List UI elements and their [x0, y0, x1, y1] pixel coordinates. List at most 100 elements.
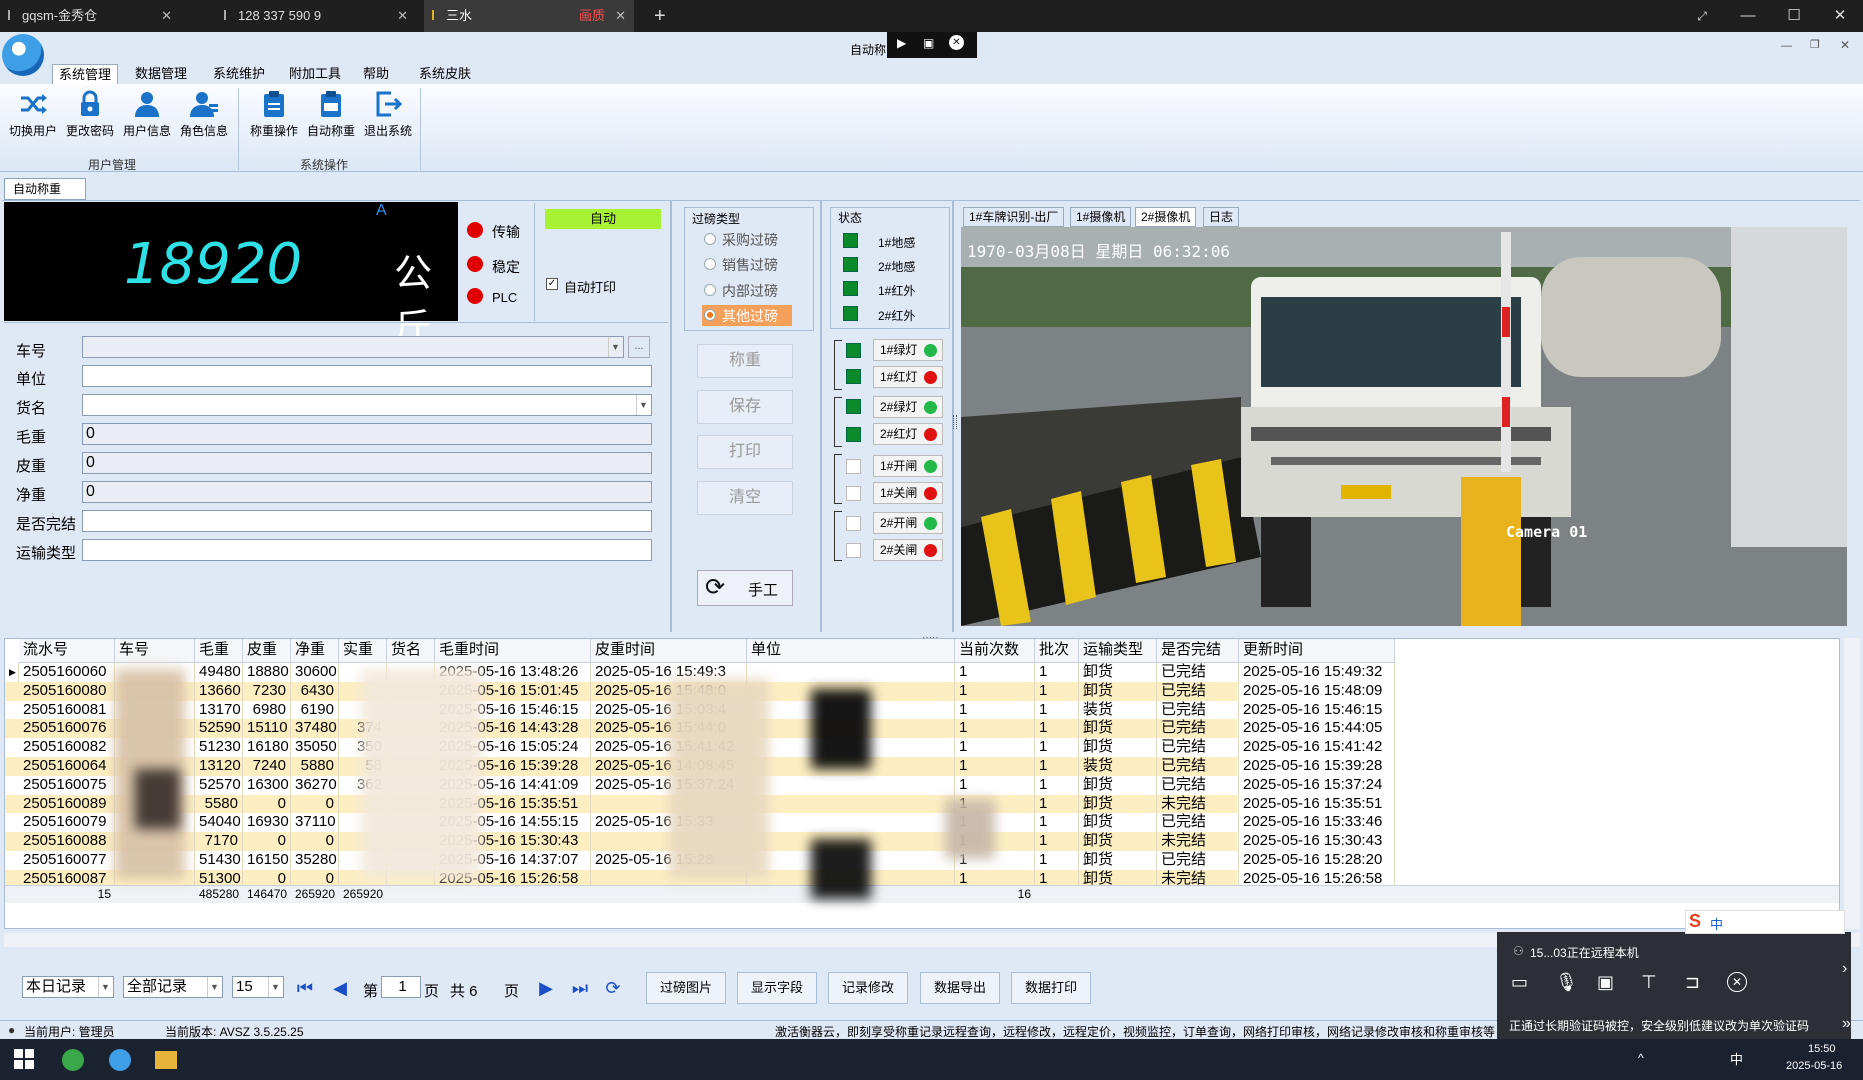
quality-badge[interactable]: 画质 — [579, 0, 605, 32]
plate-browse-button[interactable]: ... — [628, 336, 650, 358]
show-fields-button[interactable]: 显示字段 — [737, 972, 817, 1004]
unit-input[interactable] — [82, 365, 652, 387]
radio-internal-label[interactable]: 内部过磅 — [722, 281, 778, 301]
splitter-handle[interactable] — [953, 415, 957, 429]
gate-open-1[interactable]: 1#开闸 — [873, 455, 943, 477]
export-data-button[interactable]: 数据导出 — [920, 972, 1000, 1004]
close-window-button[interactable]: ✕ — [1817, 0, 1863, 32]
radio-other-label[interactable]: 其他过磅 — [722, 306, 778, 326]
manual-button[interactable]: ⟳ 手工 — [697, 570, 793, 606]
app-logo[interactable] — [2, 34, 44, 76]
camera-tab-2[interactable]: 1#摄像机 — [1070, 207, 1132, 227]
weigh-button[interactable]: 称重 — [697, 344, 793, 378]
finished-input[interactable] — [82, 510, 652, 532]
chat-icon[interactable]: ▭ — [1511, 972, 1528, 993]
ime-toolbar[interactable]: S 中 — [1685, 910, 1845, 934]
auto-weighing-button[interactable]: 自动称重 — [303, 90, 359, 139]
tray-ime[interactable]: 中 — [1730, 1049, 1743, 1068]
exit-system-button[interactable]: 退出系统 — [360, 90, 416, 139]
plate-input[interactable] — [82, 336, 624, 358]
radio-sales[interactable] — [704, 258, 716, 270]
role-info-button[interactable]: 角色信息 — [176, 90, 232, 139]
refresh-icon[interactable]: ⟳ — [603, 977, 623, 999]
column-header[interactable]: 更新时间 — [1239, 639, 1395, 663]
tab-skin[interactable]: 系统皮肤 — [410, 64, 480, 84]
column-header[interactable]: 单位 — [747, 639, 955, 663]
page-input[interactable]: 1 — [381, 976, 421, 998]
app-minimize-button[interactable]: — — [1781, 40, 1792, 52]
cloud-notice[interactable]: 激活衡器云，即刻享受称重记录远程查询，远程修改，远程定价，视频监控，订单查询，网… — [775, 1023, 1495, 1040]
switch-user-button[interactable]: 切换用户 — [5, 90, 61, 139]
save-button[interactable]: 保存 — [697, 390, 793, 424]
browser-green-icon[interactable] — [62, 1049, 84, 1071]
camera-tab-1[interactable]: 1#车牌识别-出厂 — [963, 207, 1065, 227]
prev-page-icon[interactable]: ◀ — [330, 977, 350, 999]
radio-purchase-label[interactable]: 采购过磅 — [722, 230, 778, 250]
camera-tab-3[interactable]: 2#摄像机 — [1135, 207, 1197, 227]
folder-icon[interactable] — [155, 1051, 177, 1069]
doc-tab-auto-weighing[interactable]: 自动称重 — [4, 178, 86, 200]
column-header[interactable]: 是否完结 — [1157, 639, 1239, 663]
column-header[interactable]: 毛重 — [195, 639, 243, 663]
maximize-button[interactable]: ☐ — [1771, 0, 1817, 32]
pointer-icon[interactable]: ▶ — [897, 36, 906, 50]
light-red-1[interactable]: 1#红灯 — [873, 366, 943, 388]
close-icon[interactable]: ✕ — [949, 35, 964, 50]
next-page-icon[interactable]: ▶ — [536, 977, 556, 999]
column-header[interactable]: 皮重 — [243, 639, 291, 663]
chevron-down-icon[interactable]: ▼ — [98, 977, 112, 997]
first-page-icon[interactable]: ⏮ — [295, 977, 315, 999]
weigh-images-button[interactable]: 过磅图片 — [646, 972, 726, 1004]
light-green-1[interactable]: 1#绿灯 — [873, 339, 943, 361]
goods-input[interactable] — [82, 394, 652, 416]
chevron-right-icon[interactable]: › — [1842, 960, 1847, 978]
camera-icon[interactable]: ▣ — [1597, 972, 1614, 993]
app-taskbar-icon[interactable] — [109, 1049, 131, 1071]
tab-tools[interactable]: 附加工具 — [280, 64, 350, 84]
column-header[interactable]: 流水号 — [19, 639, 115, 663]
column-header[interactable]: 车号 — [115, 639, 195, 663]
camera-feed[interactable]: 1970-03月08日 星期日 06:32:06 Camera 01 — [961, 227, 1847, 626]
radio-internal[interactable] — [704, 284, 716, 296]
chevron-down-icon[interactable]: ▼ — [608, 337, 622, 357]
new-tab-button[interactable]: + — [646, 0, 666, 32]
tab-system-management[interactable]: 系统管理 — [52, 64, 118, 84]
auto-print-checkbox[interactable]: ✓ — [546, 278, 558, 290]
column-header[interactable]: 皮重时间 — [591, 639, 747, 663]
column-header[interactable]: 当前次数 — [955, 639, 1035, 663]
clear-button[interactable]: 清空 — [697, 481, 793, 515]
light-green-2[interactable]: 2#绿灯 — [873, 396, 943, 418]
tab-data-management[interactable]: 数据管理 — [126, 64, 196, 84]
fullscreen-icon[interactable]: ⤢ — [1679, 0, 1725, 32]
print-data-button[interactable]: 数据打印 — [1011, 972, 1091, 1004]
gate-close-2[interactable]: 2#关闸 — [873, 539, 943, 561]
gate-close-1[interactable]: 1#关闸 — [873, 482, 943, 504]
row-selector-icon[interactable]: ▶ — [5, 663, 19, 682]
folder-icon[interactable]: ⊐ — [1685, 972, 1700, 993]
change-password-button[interactable]: 更改密码 — [62, 90, 118, 139]
double-chevron-icon[interactable]: » — [1842, 1015, 1851, 1033]
radio-sales-label[interactable]: 销售过磅 — [722, 255, 778, 275]
gate-open-2[interactable]: 2#开闸 — [873, 512, 943, 534]
browser-tab-3[interactable]: 三水 画质 ✕ — [424, 0, 634, 32]
text-icon[interactable]: ⊤ — [1641, 972, 1657, 993]
windows-start-icon[interactable] — [14, 1049, 34, 1069]
close-icon[interactable]: ✕ — [1727, 972, 1747, 992]
vertical-scrollbar[interactable] — [1844, 638, 1860, 929]
clock-time[interactable]: 15:50 — [1808, 1043, 1836, 1055]
app-restore-button[interactable]: ❐ — [1810, 38, 1820, 51]
browser-tab-2[interactable]: 128 337 590 9 ✕ — [216, 0, 416, 32]
user-info-button[interactable]: 用户信息 — [119, 90, 175, 139]
browser-tab-1[interactable]: gqsm-金秀仓 ✕ — [0, 0, 180, 32]
print-button[interactable]: 打印 — [697, 435, 793, 469]
tab-help[interactable]: 帮助 — [356, 64, 396, 84]
chevron-down-icon[interactable]: ▼ — [207, 977, 221, 997]
tab-system-maintenance[interactable]: 系统维护 — [204, 64, 274, 84]
last-page-icon[interactable]: ⏭ — [570, 977, 590, 999]
transport-type-input[interactable] — [82, 539, 652, 561]
camera-tab-log[interactable]: 日志 — [1203, 207, 1240, 227]
minimize-button[interactable]: — — [1725, 0, 1771, 32]
column-header[interactable]: 批次 — [1035, 639, 1079, 663]
column-header[interactable]: 毛重时间 — [435, 639, 591, 663]
column-header[interactable]: 实重 — [339, 639, 387, 663]
